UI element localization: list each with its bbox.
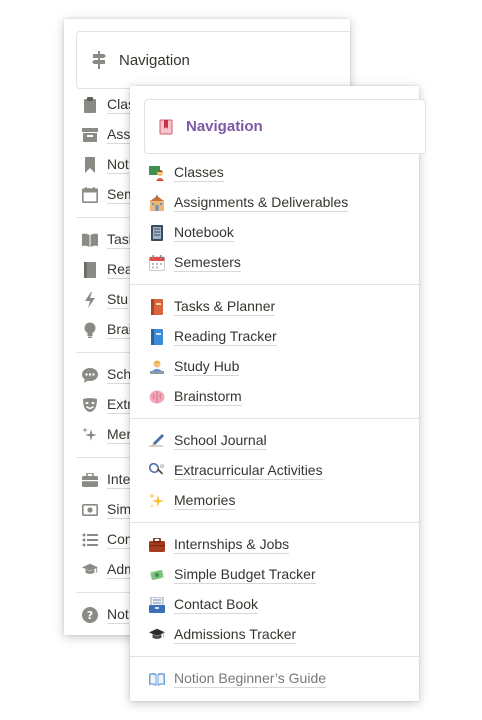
nav-item-label[interactable]: Stu (107, 291, 129, 309)
nav-item[interactable]: Memories (130, 486, 419, 516)
divider (130, 522, 419, 523)
nav-item-label[interactable]: Extracurricular Activities (174, 462, 323, 480)
teacher-icon (149, 165, 165, 181)
navigation-title: Navigation (186, 118, 263, 135)
nav-item-label[interactable]: Reading Tracker (174, 328, 277, 346)
nav-item-label[interactable]: Memories (174, 492, 236, 510)
nav-item-label[interactable]: Brainstorm (174, 388, 242, 406)
card-index-icon (149, 597, 165, 613)
svg-text:?: ? (87, 609, 93, 622)
nav-item-label[interactable]: Inte (107, 471, 131, 489)
nav-item[interactable]: Notion Beginner’s Guide (130, 664, 419, 694)
nav-item-label[interactable]: Extr (107, 396, 132, 414)
lightning-icon (82, 292, 98, 308)
bookmark-icon (82, 157, 98, 173)
nav-item-label[interactable]: Mer (107, 426, 132, 444)
nav-item[interactable]: Tasks & Planner (130, 292, 419, 322)
nav-item-label[interactable]: Internships & Jobs (174, 536, 290, 554)
sparkles-icon (82, 427, 98, 443)
nav-item[interactable]: School Journal (130, 426, 419, 456)
notebook-icon (149, 225, 165, 241)
bookmark-ribbon-icon (158, 119, 174, 135)
divider (130, 284, 419, 285)
nav-item[interactable]: Assignments & Deliverables (130, 188, 419, 218)
clipboard-icon (82, 97, 98, 113)
nav-item-label[interactable]: Admissions Tracker (174, 626, 297, 644)
nav-item-label[interactable]: Brai (107, 321, 132, 339)
nav-item-label[interactable]: Not (107, 156, 129, 174)
nav-item-label[interactable]: Rea (107, 261, 133, 279)
nav-item[interactable]: Notebook (130, 218, 419, 248)
question-mark-icon: ? (82, 607, 98, 623)
nav-item-label[interactable]: Not (107, 606, 129, 624)
nav-item-label[interactable]: Sim (107, 501, 132, 519)
drama-mask-icon (82, 397, 98, 413)
navigation-title: Navigation (119, 51, 190, 69)
nav-item[interactable]: Admissions Tracker (130, 620, 419, 650)
lightbulb-icon (82, 322, 98, 338)
nav-item-label[interactable]: Simple Budget Tracker (174, 566, 316, 584)
archive-box-icon (82, 127, 98, 143)
open-book-icon (149, 671, 165, 687)
money-with-wings-icon (149, 567, 165, 583)
calendar-icon (82, 187, 98, 203)
graduation-cap-icon (82, 562, 98, 578)
nav-item-label[interactable]: Semesters (174, 254, 241, 272)
front-navigation-header[interactable]: Navigation (144, 99, 426, 154)
book-icon (82, 262, 98, 278)
nav-item-label[interactable]: Assignments & Deliverables (174, 194, 349, 212)
nav-item[interactable]: Semesters (130, 248, 419, 278)
nav-item-label[interactable]: Notebook (174, 224, 234, 242)
nav-item[interactable]: Classes (130, 158, 419, 188)
blue-book-icon (149, 329, 165, 345)
speech-bubble-icon (82, 367, 98, 383)
divider (130, 656, 419, 657)
badminton-icon (149, 463, 165, 479)
nav-item[interactable]: Brainstorm (130, 382, 419, 412)
nav-item[interactable]: Simple Budget Tracker (130, 560, 419, 590)
nav-item-label[interactable]: Con (107, 531, 133, 549)
school-building-icon (149, 195, 165, 211)
front-navigation-panel: Navigation Classes Assignments & Delivera… (130, 86, 426, 701)
nav-item-label[interactable]: Study Hub (174, 358, 240, 376)
nav-item[interactable]: Contact Book (130, 590, 419, 620)
divider (130, 418, 419, 419)
banknote-icon (82, 502, 98, 518)
nav-item[interactable]: Internships & Jobs (130, 530, 419, 560)
pen-writing-icon (149, 433, 165, 449)
nav-item[interactable]: Reading Tracker (130, 322, 419, 352)
nav-item-label[interactable]: Tasks & Planner (174, 298, 276, 316)
nav-item-label[interactable]: Classes (174, 164, 224, 182)
brain-icon (149, 389, 165, 405)
back-navigation-header[interactable]: Navigation (76, 31, 350, 89)
student-at-laptop-icon (149, 359, 165, 375)
graduation-cap-icon (149, 627, 165, 643)
signpost-icon (91, 51, 107, 69)
front-navigation-list: Classes Assignments & Deliverables Noteboo… (130, 158, 419, 694)
nav-item[interactable]: Study Hub (130, 352, 419, 382)
nav-item-label[interactable]: Notion Beginner’s Guide (174, 670, 327, 688)
nav-item-label[interactable]: School Journal (174, 432, 267, 450)
bullet-list-icon (82, 532, 98, 548)
briefcase-icon (82, 472, 98, 488)
sparkles-icon (149, 493, 165, 509)
nav-item-label[interactable]: Contact Book (174, 596, 259, 614)
red-book-icon (149, 299, 165, 315)
briefcase-icon (149, 537, 165, 553)
calendar-icon (149, 255, 165, 271)
open-book-icon (82, 232, 98, 248)
nav-item[interactable]: Extracurricular Activities (130, 456, 419, 486)
